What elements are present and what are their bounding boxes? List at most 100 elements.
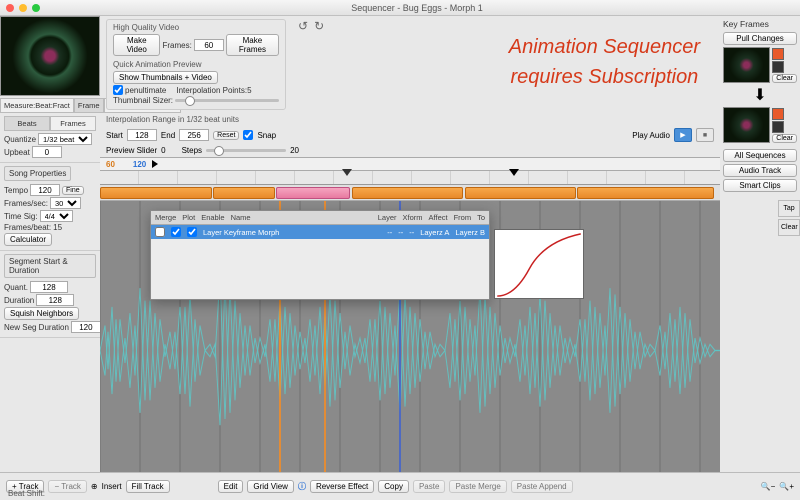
playhead-icon[interactable] [152, 160, 158, 168]
seg-quant-input[interactable] [30, 281, 68, 293]
color-chip[interactable] [772, 108, 784, 120]
make-video-button[interactable]: Make Video [113, 34, 160, 56]
smart-clips-button[interactable]: Smart Clips [723, 179, 797, 192]
left-sidebar: Measure:Beat:Fract Frame Hour:Min:Sec:Fr… [0, 16, 100, 500]
squish-button[interactable]: Squish Neighbors [4, 307, 79, 320]
col-plot: Plot [182, 213, 195, 222]
play-button[interactable]: ▶ [674, 128, 692, 142]
end-input[interactable] [179, 129, 209, 141]
grid-view-button[interactable]: Grid View [247, 480, 294, 493]
segment[interactable] [577, 187, 713, 199]
all-sequences-button[interactable]: All Sequences [723, 149, 797, 162]
effect-to: Layerz B [455, 228, 485, 237]
paste-append-button[interactable]: Paste Append [511, 480, 573, 493]
tab-measure-beat[interactable]: Measure:Beat:Fract [0, 98, 74, 113]
color-chip[interactable] [772, 121, 784, 133]
calculator-button[interactable]: Calculator [4, 233, 52, 246]
col-xform: Xform [403, 213, 423, 222]
snap-label: Snap [257, 131, 276, 140]
fps-label: Frames/sec: [4, 199, 48, 208]
fill-track-button[interactable]: Fill Track [126, 480, 170, 493]
upbeat-input[interactable] [32, 146, 62, 158]
timesig-select[interactable]: 4/4 [40, 210, 73, 222]
redo-icon[interactable]: ↻ [314, 19, 324, 110]
tab-frames[interactable]: Frames [50, 116, 96, 131]
segment[interactable] [213, 187, 275, 199]
stop-button[interactable]: ■ [696, 128, 714, 142]
pull-changes-button[interactable]: Pull Changes [723, 32, 797, 45]
clear-kf-b-button[interactable]: Clear [772, 134, 797, 143]
seg-quant-label: Quant. [4, 283, 28, 292]
segment[interactable] [100, 187, 212, 199]
tab-beats[interactable]: Beats [4, 116, 50, 131]
snap-checkbox[interactable] [243, 130, 253, 140]
seg-duration-input[interactable] [36, 294, 74, 306]
zoom-out-icon[interactable]: 🔍− [761, 482, 776, 491]
info-icon[interactable]: ⓘ [298, 481, 306, 492]
song-props-title: Song Properties [4, 166, 71, 181]
insert-icon[interactable]: ⊕ [91, 482, 98, 491]
reverse-effect-button[interactable]: Reverse Effect [310, 480, 374, 493]
thumb-sizer-label: Thumbnail Sizer: [113, 96, 173, 105]
penultimate-checkbox[interactable] [113, 85, 123, 95]
keyframe-b-thumb[interactable] [723, 107, 770, 143]
effect-xform: -- [398, 228, 403, 237]
clear-button[interactable]: Clear [778, 219, 800, 236]
interp-range-title: Interpolation Range in 1/32 beat units [106, 115, 239, 124]
timeline-ruler[interactable] [100, 171, 720, 185]
effect-layer: -- [387, 228, 392, 237]
del-track-button[interactable]: − Track [48, 480, 86, 493]
segment-track[interactable] [100, 185, 720, 201]
easing-curve[interactable] [494, 229, 584, 299]
start-input[interactable] [127, 129, 157, 141]
close-icon[interactable] [6, 4, 14, 12]
segment[interactable] [352, 187, 464, 199]
merge-checkbox[interactable] [155, 227, 165, 237]
enable-checkbox[interactable] [187, 227, 197, 237]
timeline-play-mark: 120 [133, 160, 146, 169]
col-from: From [454, 213, 472, 222]
interp-points-label: Interpolation Points:5 [176, 86, 251, 95]
keyframe-a-thumb[interactable] [723, 47, 770, 83]
minimize-icon[interactable] [19, 4, 27, 12]
fps-select[interactable]: 30 [50, 197, 81, 209]
fpb-label: Frames/beat: [4, 223, 51, 232]
window-title: Sequencer - Bug Eggs - Morph 1 [40, 3, 794, 13]
undo-icon[interactable]: ↺ [298, 19, 308, 110]
newseg-input[interactable] [71, 321, 101, 333]
thumb-sizer-slider[interactable] [175, 99, 279, 102]
seg-duration-label: Duration [4, 296, 34, 305]
segment-selected[interactable] [276, 187, 350, 199]
edit-button[interactable]: Edit [218, 480, 244, 493]
steps-slider[interactable] [206, 149, 286, 152]
segment[interactable] [465, 187, 577, 199]
reset-button[interactable]: Reset [213, 131, 239, 140]
plot-checkbox[interactable] [171, 227, 181, 237]
col-merge: Merge [155, 213, 176, 222]
paste-merge-button[interactable]: Paste Merge [449, 480, 506, 493]
segment-title: Segment Start & Duration [4, 254, 96, 278]
paste-button[interactable]: Paste [413, 480, 445, 493]
titlebar: Sequencer - Bug Eggs - Morph 1 [0, 0, 800, 16]
insert-label: Insert [102, 482, 122, 491]
clear-kf-a-button[interactable]: Clear [772, 74, 797, 83]
effect-name: Layer Keyframe Morph [203, 228, 381, 237]
steps-label: Steps [182, 146, 202, 155]
tap-button[interactable]: Tap [778, 200, 800, 217]
quick-preview-title: Quick Animation Preview [113, 60, 279, 69]
frames-input[interactable] [194, 39, 224, 51]
zoom-icon[interactable] [32, 4, 40, 12]
audio-track-button[interactable]: Audio Track [723, 164, 797, 177]
tempo-fine-button[interactable]: Fine [62, 186, 84, 195]
tempo-input[interactable] [30, 184, 60, 196]
show-thumbnails-button[interactable]: Show Thumbnails + Video [113, 71, 218, 84]
col-layer: Layer [378, 213, 397, 222]
copy-button[interactable]: Copy [378, 480, 409, 493]
zoom-in-icon[interactable]: 🔍+ [779, 482, 794, 491]
quantize-select[interactable]: 1/32 beat [38, 133, 92, 145]
color-chip[interactable] [772, 48, 784, 60]
keyframes-panel: Key Frames Pull Changes Clear ⬇ Clear Al… [720, 16, 800, 500]
segment-editor[interactable]: Merge Plot Enable Name Layer Xform Affec… [150, 210, 490, 300]
color-chip[interactable] [772, 61, 784, 73]
make-frames-button[interactable]: Make Frames [226, 34, 279, 56]
